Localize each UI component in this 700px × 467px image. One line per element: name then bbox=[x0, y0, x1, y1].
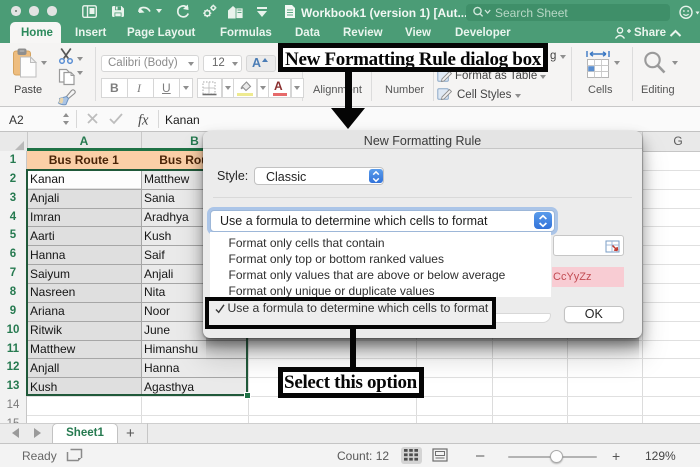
svg-text:fx: fx bbox=[138, 113, 149, 128]
